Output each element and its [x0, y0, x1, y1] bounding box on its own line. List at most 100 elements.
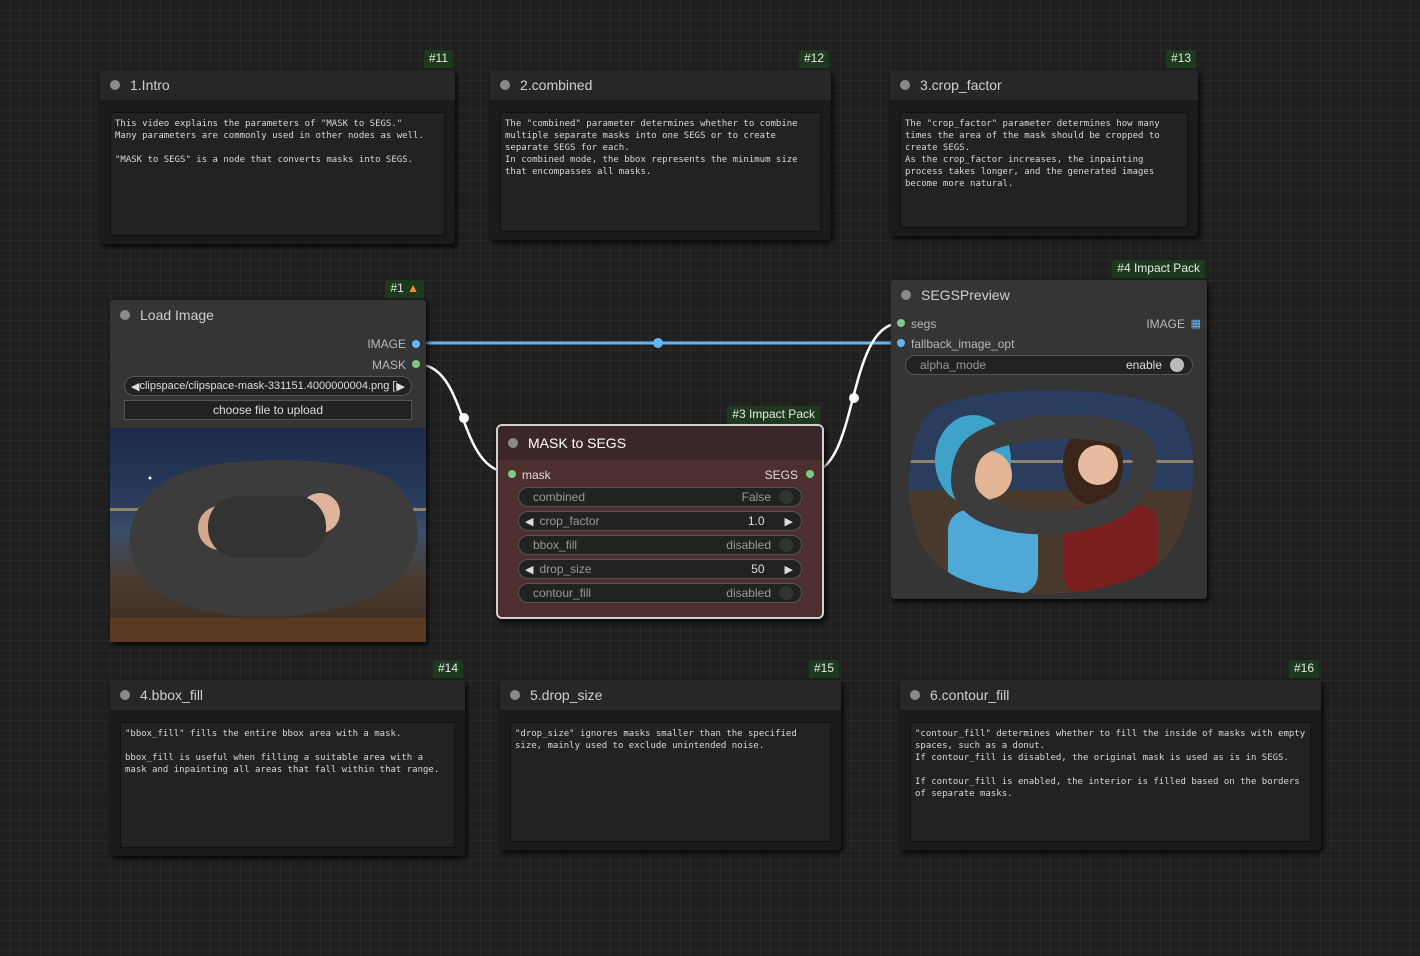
- collapse-dot-icon[interactable]: [901, 290, 911, 300]
- node-title: 2.combined: [520, 77, 593, 93]
- alpha-mode-toggle[interactable]: alpha_mode enable: [905, 355, 1193, 375]
- bbox-fill-toggle[interactable]: bbox_fill disabled: [518, 535, 802, 555]
- node-title: 6.contour_fill: [930, 687, 1010, 703]
- output-mask-socket[interactable]: [412, 360, 420, 368]
- input-mask-socket[interactable]: [508, 470, 516, 478]
- node-title-bar[interactable]: 3.crop_factor: [890, 70, 1198, 100]
- output-segs-label: SEGS: [764, 468, 798, 482]
- output-image-socket[interactable]: [412, 340, 420, 348]
- note-node-contour-fill[interactable]: #16 6.contour_fill "contour_fill" determ…: [900, 660, 1321, 850]
- output-mask-label: MASK: [371, 358, 406, 372]
- node-title: 1.Intro: [130, 77, 170, 93]
- collapse-dot-icon[interactable]: [910, 690, 920, 700]
- decrement-arrow-icon[interactable]: ◀: [525, 563, 533, 576]
- segs-preview-node[interactable]: #4 Impact Pack SEGSPreview segs IMAGE ▦ …: [891, 260, 1207, 599]
- widget-value: False: [742, 490, 793, 504]
- mask-to-segs-node[interactable]: #3 Impact Pack MASK to SEGS mask SEGS co…: [496, 406, 824, 619]
- collapse-dot-icon[interactable]: [120, 310, 130, 320]
- contour-fill-toggle[interactable]: contour_fill disabled: [518, 583, 802, 603]
- node-id-badge: #11: [423, 50, 453, 68]
- note-textarea[interactable]: The "crop_factor" parameter determines h…: [900, 112, 1188, 228]
- node-title-bar[interactable]: SEGSPreview: [891, 280, 1207, 310]
- node-title: Load Image: [140, 307, 214, 323]
- input-fallback-socket[interactable]: [897, 339, 905, 347]
- segs-link-midpoint[interactable]: [849, 393, 859, 403]
- masked-photo-preview: [110, 460, 426, 642]
- combo-next-arrow-icon[interactable]: ▶: [397, 380, 405, 393]
- combo-prev-arrow-icon[interactable]: ◀: [131, 380, 139, 393]
- widget-value: 50 ▶: [751, 562, 793, 576]
- node-id-badge: #14: [432, 660, 463, 678]
- image-link-midpoint[interactable]: [653, 338, 663, 348]
- node-title-bar[interactable]: 5.drop_size: [500, 680, 841, 710]
- output-image-label: IMAGE: [1146, 317, 1185, 331]
- mask-link-midpoint[interactable]: [459, 413, 469, 423]
- note-textarea[interactable]: "contour_fill" determines whether to fil…: [910, 722, 1311, 842]
- toggle-knob-icon: [779, 586, 793, 600]
- node-title: 4.bbox_fill: [140, 687, 204, 703]
- node-title-bar[interactable]: 1.Intro: [100, 70, 455, 100]
- node-title-bar[interactable]: 4.bbox_fill: [110, 680, 465, 710]
- combined-toggle[interactable]: combined False: [518, 487, 802, 507]
- widget-value: enable: [1126, 358, 1184, 372]
- toggle-knob-icon: [1170, 358, 1184, 372]
- widget-value-text: 1.0: [747, 514, 765, 528]
- collapse-dot-icon[interactable]: [500, 80, 510, 90]
- toggle-knob-icon: [779, 490, 793, 504]
- node-id-text: #1: [390, 281, 404, 295]
- increment-arrow-icon[interactable]: ▶: [785, 563, 793, 576]
- load-image-node[interactable]: #1 ▲ Load Image IMAGE MASK ◀ clipspace/c…: [110, 280, 426, 642]
- note-textarea[interactable]: This video explains the parameters of "M…: [110, 112, 445, 236]
- note-node-bbox-fill[interactable]: #14 4.bbox_fill "bbox_fill" fills the en…: [110, 660, 465, 856]
- widget-left: ◀ crop_factor: [525, 514, 600, 528]
- node-title: 5.drop_size: [530, 687, 603, 703]
- note-textarea[interactable]: "drop_size" ignores masks smaller than t…: [510, 722, 831, 842]
- output-image-label: IMAGE: [367, 337, 406, 351]
- increment-arrow-icon[interactable]: ▶: [785, 515, 793, 528]
- widget-value: disabled: [726, 586, 793, 600]
- collapse-dot-icon[interactable]: [508, 438, 518, 448]
- node-id-badge: #16: [1288, 660, 1319, 678]
- grid-output-icon[interactable]: ▦: [1191, 317, 1201, 330]
- widget-value-text: 50: [751, 562, 765, 576]
- image-file-combo[interactable]: ◀ clipspace/clipspace-mask-331151.400000…: [124, 376, 412, 396]
- widget-value-text: disabled: [726, 586, 771, 600]
- widget-label: crop_factor: [539, 514, 600, 528]
- collapse-dot-icon[interactable]: [120, 690, 130, 700]
- fox-icon: ▲: [407, 281, 419, 295]
- note-node-intro[interactable]: #11 1.Intro This video explains the para…: [100, 50, 455, 244]
- output-segs-socket[interactable]: [806, 470, 814, 478]
- node-title-bar[interactable]: 2.combined: [490, 70, 831, 100]
- widget-label: contour_fill: [533, 586, 592, 600]
- widget-value-text: disabled: [726, 538, 771, 552]
- segs-image-preview: [903, 380, 1195, 594]
- widget-value: disabled: [726, 538, 793, 552]
- node-id-badge: #12: [798, 50, 829, 68]
- node-id-badge: #3 Impact Pack: [727, 406, 820, 424]
- node-id-badge: #1 ▲: [385, 280, 424, 298]
- node-title-bar[interactable]: 6.contour_fill: [900, 680, 1321, 710]
- collapse-dot-icon[interactable]: [110, 80, 120, 90]
- decrement-arrow-icon[interactable]: ◀: [525, 515, 533, 528]
- image-file-value: clipspace/clipspace-mask-331151.40000000…: [139, 380, 397, 392]
- note-textarea[interactable]: The "combined" parameter determines whet…: [500, 112, 821, 232]
- node-id-badge: #4 Impact Pack: [1112, 260, 1205, 278]
- upload-button[interactable]: choose file to upload: [124, 400, 412, 420]
- crop-factor-number[interactable]: ◀ crop_factor 1.0 ▶: [518, 511, 802, 531]
- note-textarea[interactable]: "bbox_fill" fills the entire bbox area w…: [120, 722, 455, 848]
- note-node-crop-factor[interactable]: #13 3.crop_factor The "crop_factor" para…: [890, 50, 1198, 236]
- node-title-bar[interactable]: MASK to SEGS: [498, 426, 822, 460]
- input-fallback-label: fallback_image_opt: [911, 337, 1015, 351]
- input-mask-label: mask: [522, 468, 551, 482]
- node-title-bar[interactable]: Load Image: [110, 300, 426, 330]
- input-segs-socket[interactable]: [897, 319, 905, 327]
- note-node-combined[interactable]: #12 2.combined The "combined" parameter …: [490, 50, 831, 240]
- widget-value-text: enable: [1125, 358, 1162, 372]
- node-id-badge: #15: [808, 660, 839, 678]
- widget-label: alpha_mode: [920, 358, 987, 372]
- collapse-dot-icon[interactable]: [900, 80, 910, 90]
- collapse-dot-icon[interactable]: [510, 690, 520, 700]
- drop-size-number[interactable]: ◀ drop_size 50 ▶: [518, 559, 802, 579]
- node-title: 3.crop_factor: [920, 77, 1002, 93]
- note-node-drop-size[interactable]: #15 5.drop_size "drop_size" ignores mask…: [500, 660, 841, 850]
